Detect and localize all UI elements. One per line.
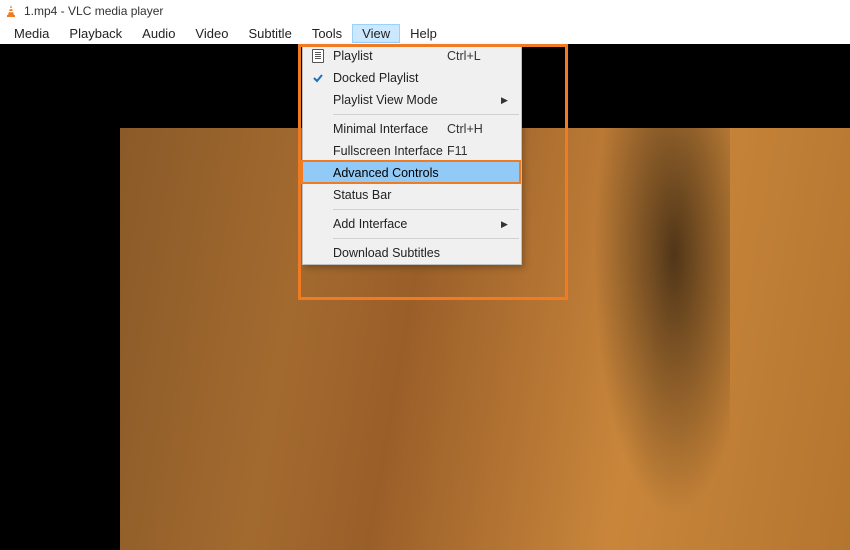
menuitem-download-subtitles[interactable]: Download Subtitles — [303, 242, 521, 264]
menu-media[interactable]: Media — [4, 24, 59, 43]
menuitem-accel: F11 — [447, 144, 501, 158]
menuitem-accel: Ctrl+H — [447, 122, 501, 136]
vlc-cone-icon — [4, 4, 18, 18]
menuitem-label: Playlist — [333, 49, 447, 63]
title-bar: 1.mp4 - VLC media player — [0, 0, 850, 22]
menu-tools[interactable]: Tools — [302, 24, 352, 43]
menuitem-playlist[interactable]: Playlist Ctrl+L — [303, 45, 521, 67]
menu-bar: Media Playback Audio Video Subtitle Tool… — [0, 22, 850, 44]
menu-subtitle[interactable]: Subtitle — [238, 24, 301, 43]
menuitem-label: Minimal Interface — [333, 122, 447, 136]
window-title: 1.mp4 - VLC media player — [24, 4, 163, 18]
menuitem-minimal-interface[interactable]: Minimal Interface Ctrl+H — [303, 118, 521, 140]
menu-separator — [333, 114, 519, 115]
menuitem-advanced-controls[interactable]: Advanced Controls — [303, 162, 521, 184]
playlist-icon — [303, 49, 333, 63]
menuitem-add-interface[interactable]: Add Interface ▶ — [303, 213, 521, 235]
menuitem-label: Docked Playlist — [333, 71, 447, 85]
menuitem-label: Add Interface — [333, 217, 447, 231]
menu-separator — [333, 238, 519, 239]
menu-view[interactable]: View — [352, 24, 400, 43]
menuitem-label: Advanced Controls — [333, 166, 447, 180]
check-icon — [303, 73, 333, 83]
menuitem-label: Download Subtitles — [333, 246, 447, 260]
view-dropdown: Playlist Ctrl+L Docked Playlist Playlist… — [302, 44, 522, 265]
video-shadow — [590, 128, 730, 550]
menuitem-accel: Ctrl+L — [447, 49, 501, 63]
menuitem-label: Status Bar — [333, 188, 447, 202]
submenu-arrow-icon: ▶ — [501, 95, 513, 106]
menuitem-label: Playlist View Mode — [333, 93, 447, 107]
menuitem-label: Fullscreen Interface — [333, 144, 447, 158]
menu-playback[interactable]: Playback — [59, 24, 132, 43]
menu-audio[interactable]: Audio — [132, 24, 185, 43]
menuitem-status-bar[interactable]: Status Bar — [303, 184, 521, 206]
menuitem-docked-playlist[interactable]: Docked Playlist — [303, 67, 521, 89]
menu-video[interactable]: Video — [185, 24, 238, 43]
menu-separator — [333, 209, 519, 210]
menuitem-playlist-view-mode[interactable]: Playlist View Mode ▶ — [303, 89, 521, 111]
menu-help[interactable]: Help — [400, 24, 447, 43]
menuitem-fullscreen-interface[interactable]: Fullscreen Interface F11 — [303, 140, 521, 162]
submenu-arrow-icon: ▶ — [501, 219, 513, 230]
